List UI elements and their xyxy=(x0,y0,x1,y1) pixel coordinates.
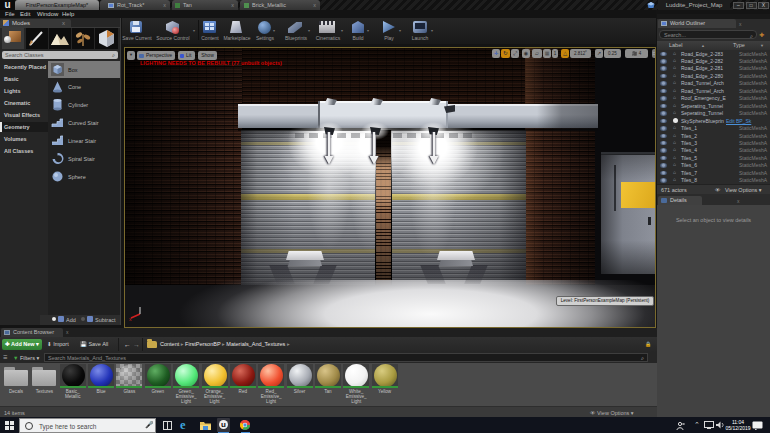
svg-text:x: x xyxy=(129,316,132,322)
